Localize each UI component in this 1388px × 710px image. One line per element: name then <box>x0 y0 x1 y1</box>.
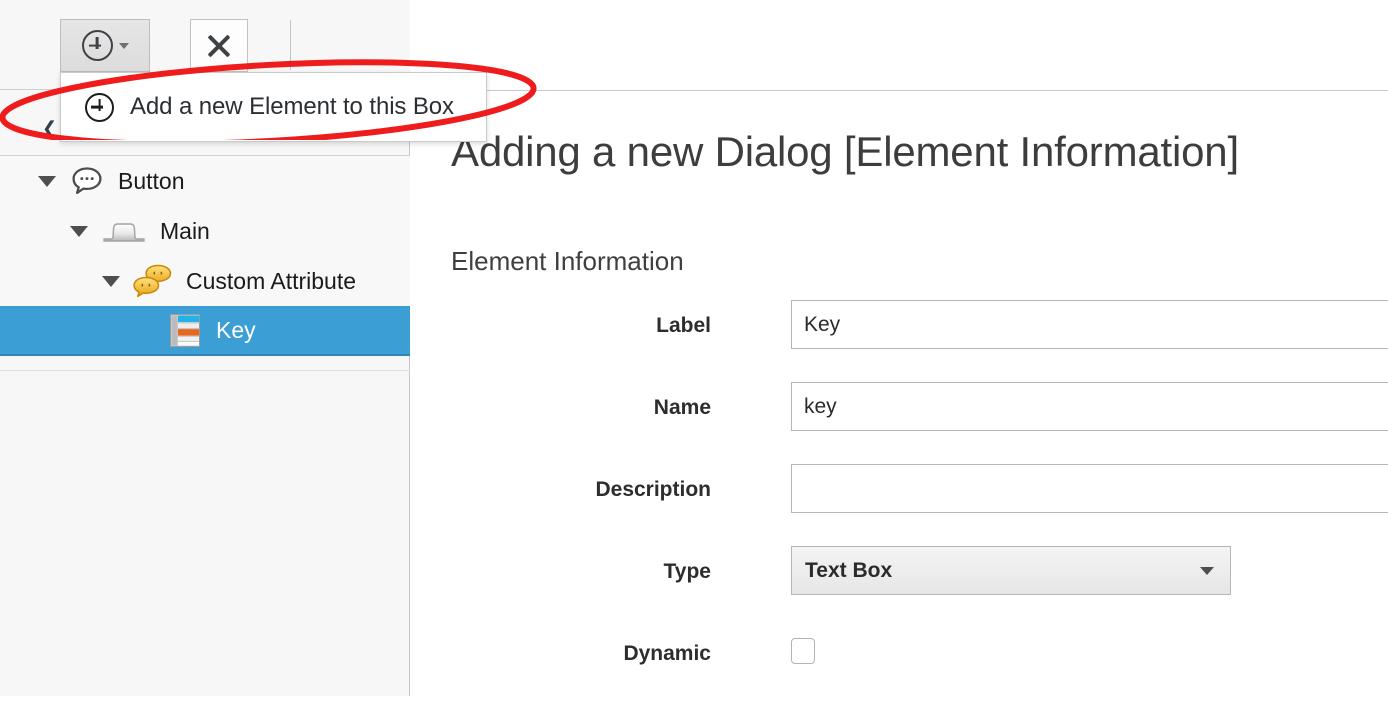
tree-bottom-divider <box>0 370 410 371</box>
dynamic-field-label: Dynamic <box>411 642 711 666</box>
type-select[interactable]: Text Box <box>791 546 1231 595</box>
tree-item-custom-attribute[interactable]: Custom Attribute <box>0 256 410 306</box>
section-title: Element Information <box>451 246 684 277</box>
toolbar-separator <box>290 20 291 70</box>
dynamic-checkbox[interactable] <box>791 638 815 664</box>
tree-item-label: Custom Attribute <box>186 268 356 295</box>
tree-item-main[interactable]: Main <box>0 206 410 256</box>
label-field-label: Label <box>411 314 711 338</box>
type-field-label: Type <box>411 560 711 584</box>
form-row-name: Name <box>411 382 1388 464</box>
element-tree: Button Main <box>0 156 410 356</box>
form-row-description: Description <box>411 464 1388 546</box>
form-row-type: Type Text Box <box>411 546 1388 628</box>
main-header-divider <box>411 90 1388 91</box>
chevron-down-icon <box>1200 567 1214 575</box>
collapsed-chevron-icon: ❮ <box>42 118 57 139</box>
tab-icon <box>102 219 146 243</box>
menu-item-add-new-element[interactable]: Add a new Element to this Box <box>61 73 486 141</box>
menu-item-label: Add a new Element to this Box <box>130 93 454 121</box>
type-select-value: Text Box <box>805 559 892 583</box>
plus-circle-icon <box>82 30 113 61</box>
attributes-icon <box>132 264 174 298</box>
label-input[interactable] <box>791 300 1388 349</box>
close-x-icon <box>206 33 232 59</box>
element-information-form: Label Name Description Type Text Box <box>411 300 1388 710</box>
tree-item-label: Main <box>160 218 210 245</box>
panel-header-divider <box>0 155 410 156</box>
tree-item-label: Key <box>216 317 256 344</box>
chevron-down-icon <box>119 43 129 49</box>
tree-expand-toggle-icon[interactable] <box>38 176 56 187</box>
close-button[interactable] <box>190 19 248 72</box>
main-content: Adding a new Dialog [Element Information… <box>411 0 1388 696</box>
name-field-label: Name <box>411 396 711 420</box>
tree-expand-toggle-icon[interactable] <box>102 276 120 287</box>
tree-item-label: Button <box>118 168 185 195</box>
tree-expand-toggle-icon[interactable] <box>70 226 88 237</box>
speech-bubble-icon <box>70 166 104 196</box>
description-input[interactable] <box>791 464 1388 513</box>
tree-item-key[interactable]: Key <box>0 306 410 356</box>
description-field-label: Description <box>411 478 711 502</box>
add-element-dropdown-button[interactable] <box>60 19 150 72</box>
textbox-field-icon <box>170 314 200 347</box>
tree-item-button[interactable]: Button <box>0 156 410 206</box>
page-title: Adding a new Dialog [Element Information… <box>451 128 1239 176</box>
form-row-dynamic: Dynamic <box>411 628 1388 710</box>
add-element-dropdown-menu: Add a new Element to this Box <box>60 72 487 142</box>
plus-circle-icon <box>85 93 114 122</box>
form-row-label: Label <box>411 300 1388 382</box>
name-input[interactable] <box>791 382 1388 431</box>
